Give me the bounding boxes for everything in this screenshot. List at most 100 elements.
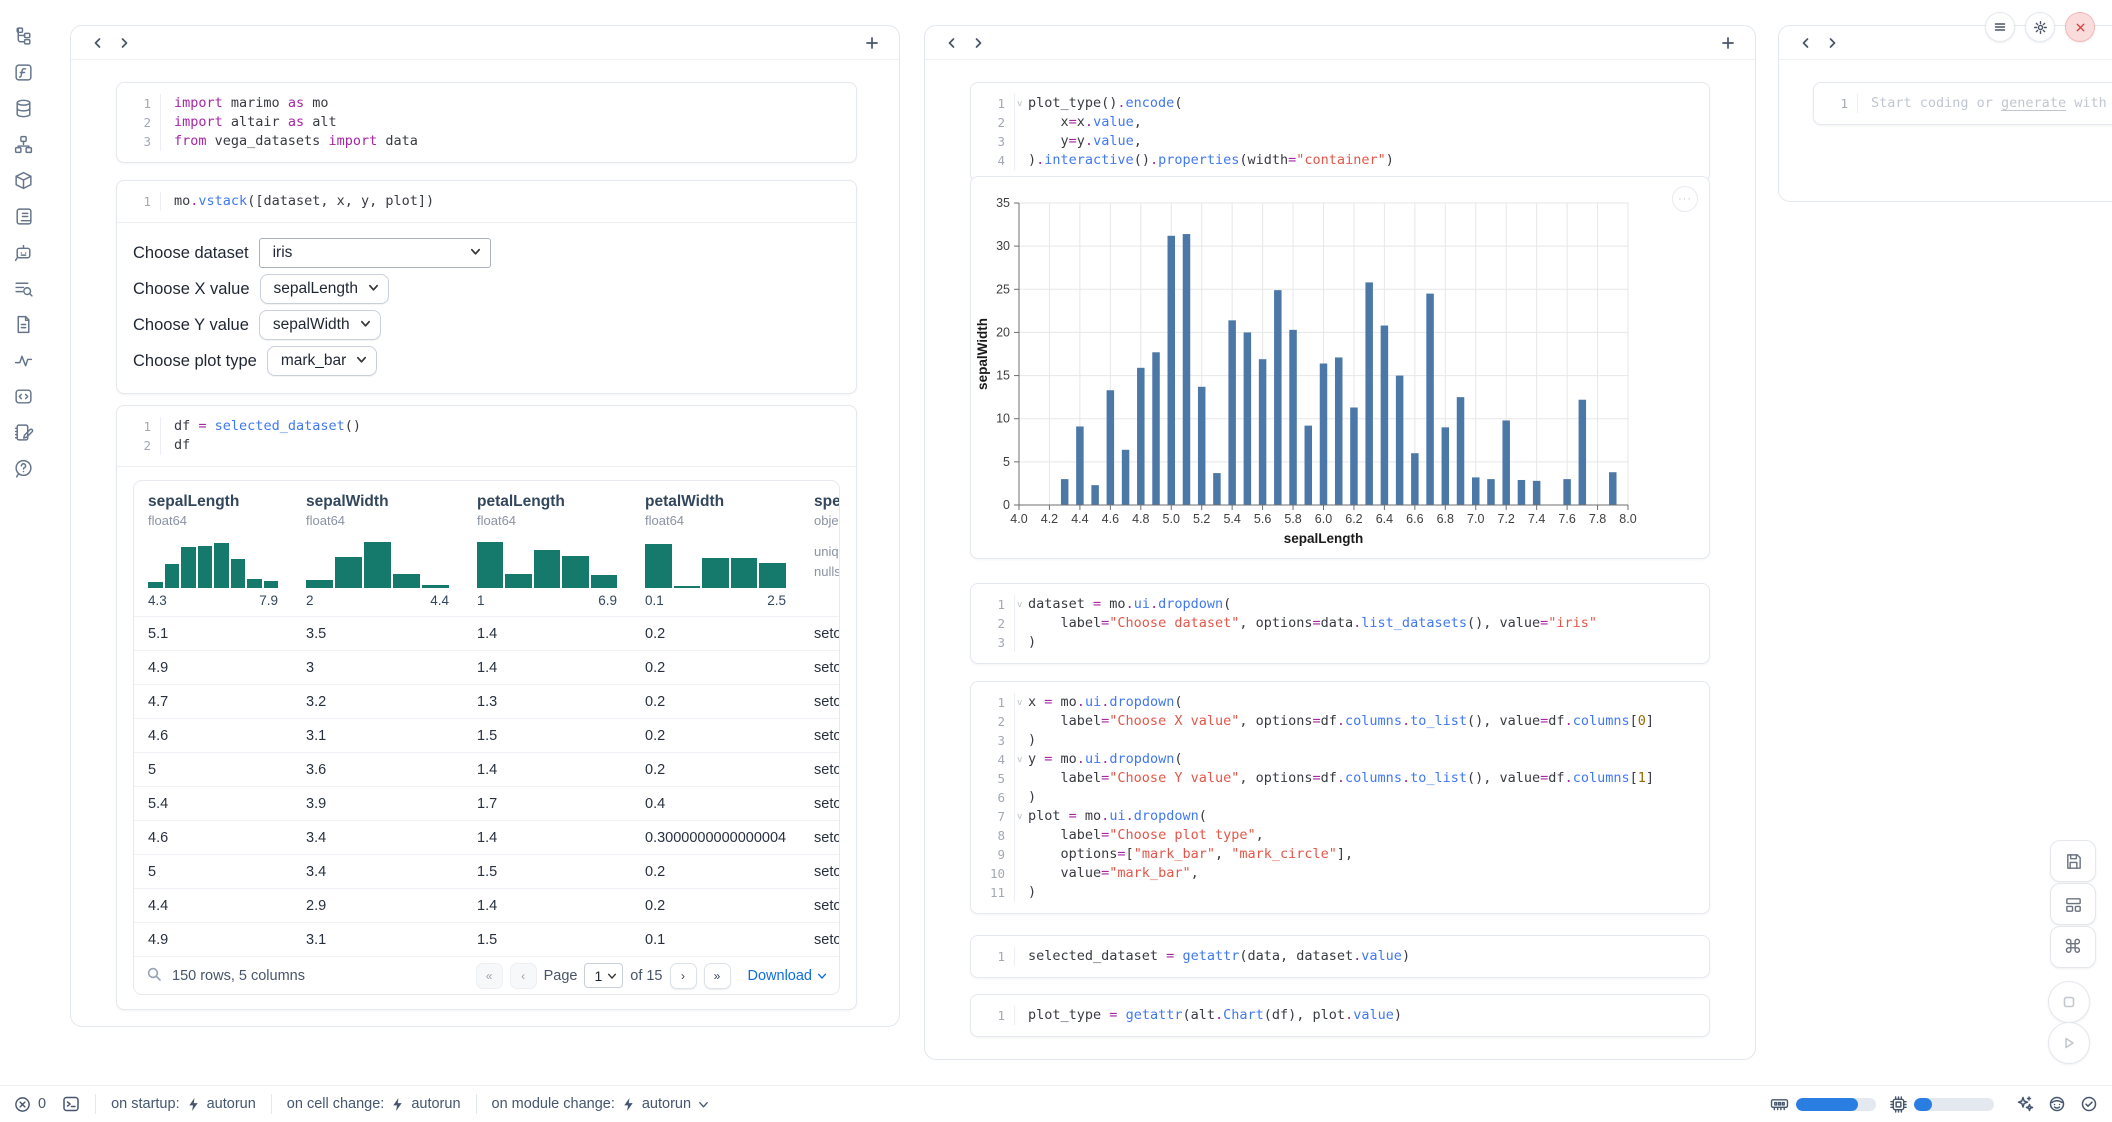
download-button[interactable]: Download [748,968,828,984]
fold-chevron-icon[interactable]: v [1015,694,1022,713]
chat-bot-icon[interactable] [0,234,47,270]
cell-dataset-dropdown[interactable]: 1vdataset = mo.ui.dropdown(2 label="Choo… [970,583,1710,664]
document-icon[interactable] [0,306,47,342]
file-tree-icon[interactable] [0,18,47,54]
table-row[interactable]: 4.63.41.40.3000000000000004setosa [134,820,839,854]
plot-type-select[interactable]: mark_bar [267,346,377,376]
column-histogram[interactable] [306,540,449,588]
add-cell-button[interactable] [859,32,885,54]
save-button[interactable] [2050,840,2096,882]
table-row[interactable]: 4.931.40.2setosa [134,650,839,684]
memory-usage[interactable] [1770,1097,1876,1112]
table-row[interactable]: 5.43.91.70.4setosa [134,786,839,820]
code-line[interactable]: 3) [971,633,1709,652]
ai-sparkles-button[interactable] [2016,1095,2034,1113]
y-value-select[interactable]: sepalWidth [259,310,381,340]
move-column-right-button[interactable] [1819,32,1845,54]
column-histogram[interactable] [148,540,278,588]
code-line[interactable]: 1selected_dataset = getattr(data, datase… [971,947,1709,966]
table-row[interactable]: 4.73.21.30.2setosa [134,684,839,718]
code-line[interactable]: 3from vega_datasets import data [117,132,856,151]
next-page-button[interactable]: › [670,963,697,989]
cell-vstack[interactable]: 1mo.vstack([dataset, x, y, plot]) Choose… [116,180,857,394]
column-histogram[interactable] [477,540,617,588]
errors-indicator[interactable]: 0 [14,1096,46,1113]
move-column-right-button[interactable] [965,32,991,54]
stop-button[interactable] [2048,981,2090,1023]
layout-button[interactable] [2050,883,2096,925]
move-column-left-button[interactable] [1793,32,1819,54]
keyboard-shortcuts-button[interactable]: ⌘ [2050,926,2096,968]
table-row[interactable]: 5.13.51.40.2setosa [134,616,839,650]
code-line[interactable]: 1plot_type = getattr(alt.Chart(df), plot… [971,1006,1709,1025]
add-cell-button[interactable] [1715,32,1741,54]
table-row[interactable]: 53.61.40.2setosa [134,752,839,786]
cell-empty-new[interactable]: 1 Start coding or generate with AI [1813,82,2112,125]
code-line[interactable]: 1vdataset = mo.ui.dropdown( [971,595,1709,614]
cpu-usage[interactable] [1890,1096,1994,1113]
column-header-sepalLength[interactable]: sepalLengthfloat644.37.9 [134,493,292,608]
table-row[interactable]: 4.63.11.50.2setosa [134,718,839,752]
code-line[interactable]: 1import marimo as mo [117,94,856,113]
on-module-change-setting[interactable]: on module change: autorun [492,1096,710,1112]
settings-gear-button[interactable] [2025,12,2055,42]
move-column-right-button[interactable] [111,32,137,54]
ai-assistant-button[interactable] [2048,1095,2066,1113]
code-line[interactable]: 9 options=["mark_bar", "mark_circle"], [971,845,1709,864]
code-line[interactable]: 6) [971,788,1709,807]
move-column-left-button[interactable] [939,32,965,54]
code-line[interactable]: 1mo.vstack([dataset, x, y, plot]) [117,192,856,211]
x-value-select[interactable]: sepalLength [260,274,389,304]
cell-imports[interactable]: 1import marimo as mo2import altair as al… [116,82,857,163]
fold-chevron-icon[interactable]: v [1015,808,1022,827]
fold-chevron-icon[interactable]: v [1015,596,1022,615]
code-line[interactable]: 1vplot_type().encode( [971,94,1709,113]
code-line[interactable]: 3) [971,731,1709,750]
on-cell-change-setting[interactable]: on cell change: autorun [287,1096,461,1112]
code-line[interactable]: 8 label="Choose plot type", [971,826,1709,845]
package-icon[interactable] [0,162,47,198]
code-line[interactable]: 2 label="Choose X value", options=df.col… [971,712,1709,731]
code-line[interactable]: 2 x=x.value, [971,113,1709,132]
column-header-petalLength[interactable]: petalLengthfloat6416.9 [463,493,631,608]
column-header-sepalWidth[interactable]: sepalWidthfloat6424.4 [292,493,463,608]
table-row[interactable]: 53.41.50.2setosa [134,854,839,888]
cell-selected-dataset[interactable]: 1selected_dataset = getattr(data, datase… [970,935,1710,978]
code-line[interactable]: 11) [971,883,1709,902]
last-page-button[interactable]: » [704,963,731,989]
code-line[interactable]: 5 label="Choose Y value", options=df.col… [971,769,1709,788]
code-line[interactable]: 1vx = mo.ui.dropdown( [971,693,1709,712]
function-icon[interactable] [0,54,47,90]
snippets-icon[interactable] [0,378,47,414]
sitemap-icon[interactable] [0,126,47,162]
page-select[interactable]: 1 [584,963,623,988]
help-icon[interactable] [0,450,47,486]
fold-chevron-icon[interactable]: v [1015,95,1022,114]
column-header-petalWidth[interactable]: petalWidthfloat640.12.5 [631,493,800,608]
table-row[interactable]: 4.93.11.50.1setosa [134,922,839,956]
first-page-button[interactable]: « [476,963,503,989]
cell-dataframe[interactable]: 1df = selected_dataset()2df sepalLengthf… [116,405,857,1010]
dataset-select[interactable]: iris [259,238,491,268]
on-startup-setting[interactable]: on startup: autorun [111,1096,256,1112]
altair-bar-chart[interactable]: 4.04.24.44.64.85.05.25.45.65.86.06.26.46… [971,177,1709,558]
code-line[interactable]: 2 label="Choose dataset", options=data.l… [971,614,1709,633]
cell-xy-plot-dropdowns[interactable]: 1vx = mo.ui.dropdown(2 label="Choose X v… [970,681,1710,914]
chart-menu-button[interactable]: ··· [1672,186,1698,212]
generate-link[interactable]: generate [2001,95,2066,111]
run-all-button[interactable] [2048,1022,2090,1064]
terminal-button[interactable] [62,1095,80,1113]
scratchpad-icon[interactable] [0,414,47,450]
scroll-icon[interactable] [0,198,47,234]
column-histogram[interactable] [645,540,786,588]
close-button[interactable] [2065,12,2095,42]
table-row[interactable]: 4.42.91.40.2setosa [134,888,839,922]
column-header-species[interactable]: speciesobjectunique: nulls: [800,493,839,608]
notebook-menu-button[interactable] [1985,12,2015,42]
search-list-icon[interactable] [0,270,47,306]
code-line[interactable]: 3 y=y.value, [971,132,1709,151]
move-column-left-button[interactable] [85,32,111,54]
connection-status-button[interactable] [2080,1095,2098,1113]
prev-page-button[interactable]: ‹ [510,963,537,989]
pulse-icon[interactable] [0,342,47,378]
